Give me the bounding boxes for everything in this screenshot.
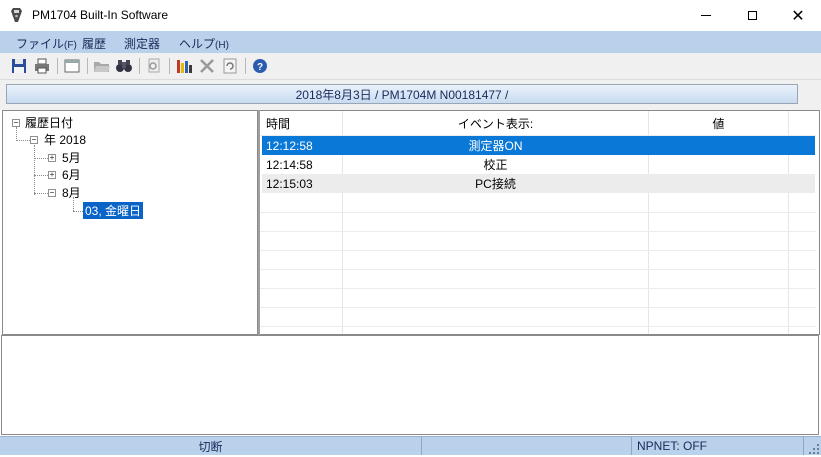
app-icon (9, 7, 25, 23)
open-folder-button[interactable] (93, 57, 111, 75)
menu-bar: ファイル(F) 履歴 測定器 ヘルプ(H) (0, 31, 821, 53)
find-icon (116, 60, 132, 72)
close-button[interactable]: ✕ (775, 0, 821, 31)
chart-button[interactable] (175, 57, 193, 75)
connection-status: 切断 (0, 437, 422, 455)
maximize-button[interactable] (729, 0, 775, 31)
toolbar-separator (139, 58, 140, 74)
menu-device[interactable]: 測定器 (124, 35, 160, 52)
collapse-icon[interactable]: − (30, 136, 38, 144)
cell-value (649, 155, 788, 174)
cell-event: PC接続 (475, 177, 516, 191)
tree-connector (73, 211, 83, 212)
toolbar-separator (169, 58, 170, 74)
open-folder-icon (94, 62, 110, 72)
refresh-icon (223, 58, 237, 74)
cell-value (649, 136, 788, 155)
window-title: PM1704 Built-In Software (32, 8, 169, 22)
cell-event: 測定器ON (468, 139, 523, 153)
npnet-status: NPNET: OFF (632, 437, 804, 455)
tree-node-month-june[interactable]: 6月 (62, 166, 81, 183)
tree-node-year[interactable]: 年 2018 (44, 131, 86, 148)
help-button[interactable]: ? (251, 57, 269, 75)
menu-help[interactable]: ヘルプ(H) (179, 35, 229, 52)
row-divider (260, 250, 816, 251)
maximize-icon (747, 11, 757, 20)
minimize-icon (701, 15, 711, 16)
row-divider (260, 288, 816, 289)
delete-icon (200, 59, 214, 73)
toolbar-separator (245, 58, 246, 74)
cell-time: 12:14:58 (266, 157, 313, 172)
delete-button[interactable] (198, 57, 216, 75)
toolbar: ? (0, 53, 821, 80)
tree-node-month-aug[interactable]: 8月 (62, 184, 81, 201)
row-divider (260, 212, 816, 213)
menu-history[interactable]: 履歴 (82, 35, 106, 52)
row-divider (260, 231, 816, 232)
history-tree: − 履歴日付 − 年 2018 + 5月 + 6月 − 8月 03, 金曜日 (2, 110, 258, 335)
collapse-icon[interactable]: − (12, 119, 20, 127)
tree-connector (34, 145, 35, 195)
table-row[interactable]: 12:12:58 測定器ON (262, 136, 815, 155)
cell-time: 12:15:03 (266, 176, 313, 191)
print-button[interactable] (33, 57, 51, 75)
print-icon (35, 58, 49, 74)
table-row[interactable]: 12:15:03 PC接続 (262, 174, 815, 193)
tree-node-day[interactable]: 03, 金曜日 (83, 202, 144, 219)
column-header-event[interactable]: イベント表示: (343, 111, 648, 135)
cell-event: 校正 (483, 158, 508, 172)
table-row[interactable]: 12:14:58 校正 (262, 155, 815, 174)
toolbar-separator (57, 58, 58, 74)
save-button[interactable] (10, 57, 28, 75)
event-list: 時間 イベント表示: 値 12:12:58 測定器ON 12:14:58 校正 … (260, 110, 820, 335)
toolbar-separator (87, 58, 88, 74)
new-window-button[interactable] (63, 57, 81, 75)
info-bar-area: 2018年8月3日 / PM1704M N00181477 / (0, 80, 821, 110)
info-bar: 2018年8月3日 / PM1704M N00181477 / (6, 84, 798, 104)
save-icon (12, 59, 26, 73)
column-header-value[interactable]: 値 (649, 111, 788, 135)
expand-icon[interactable]: + (48, 154, 56, 162)
status-bar: 切断 NPNET: OFF (0, 436, 821, 455)
status-segment (422, 437, 632, 455)
menu-file[interactable]: ファイル(F) (16, 35, 77, 52)
cell-value (649, 174, 788, 193)
minimize-button[interactable] (683, 0, 729, 31)
print-preview-icon (148, 58, 160, 73)
row-divider (260, 269, 816, 270)
tree-node-root[interactable]: 履歴日付 (25, 114, 73, 131)
detail-panel (1, 335, 819, 435)
cell-time: 12:12:58 (266, 138, 313, 153)
collapse-icon[interactable]: − (48, 189, 56, 197)
refresh-button[interactable] (221, 57, 239, 75)
new-window-icon (64, 59, 80, 73)
chart-icon (177, 60, 192, 73)
expand-icon[interactable]: + (48, 171, 56, 179)
resize-grip-icon[interactable] (809, 443, 819, 454)
help-icon: ? (253, 59, 267, 73)
svg-text:?: ? (257, 62, 263, 73)
tree-connector (16, 127, 17, 141)
row-divider (260, 307, 816, 308)
find-button[interactable] (115, 57, 133, 75)
print-preview-button[interactable] (145, 57, 163, 75)
row-divider (260, 326, 816, 327)
title-bar: PM1704 Built-In Software ✕ (0, 0, 821, 31)
tree-node-month-may[interactable]: 5月 (62, 149, 81, 166)
column-header-time[interactable]: 時間 (266, 111, 342, 135)
close-icon: ✕ (791, 5, 805, 25)
